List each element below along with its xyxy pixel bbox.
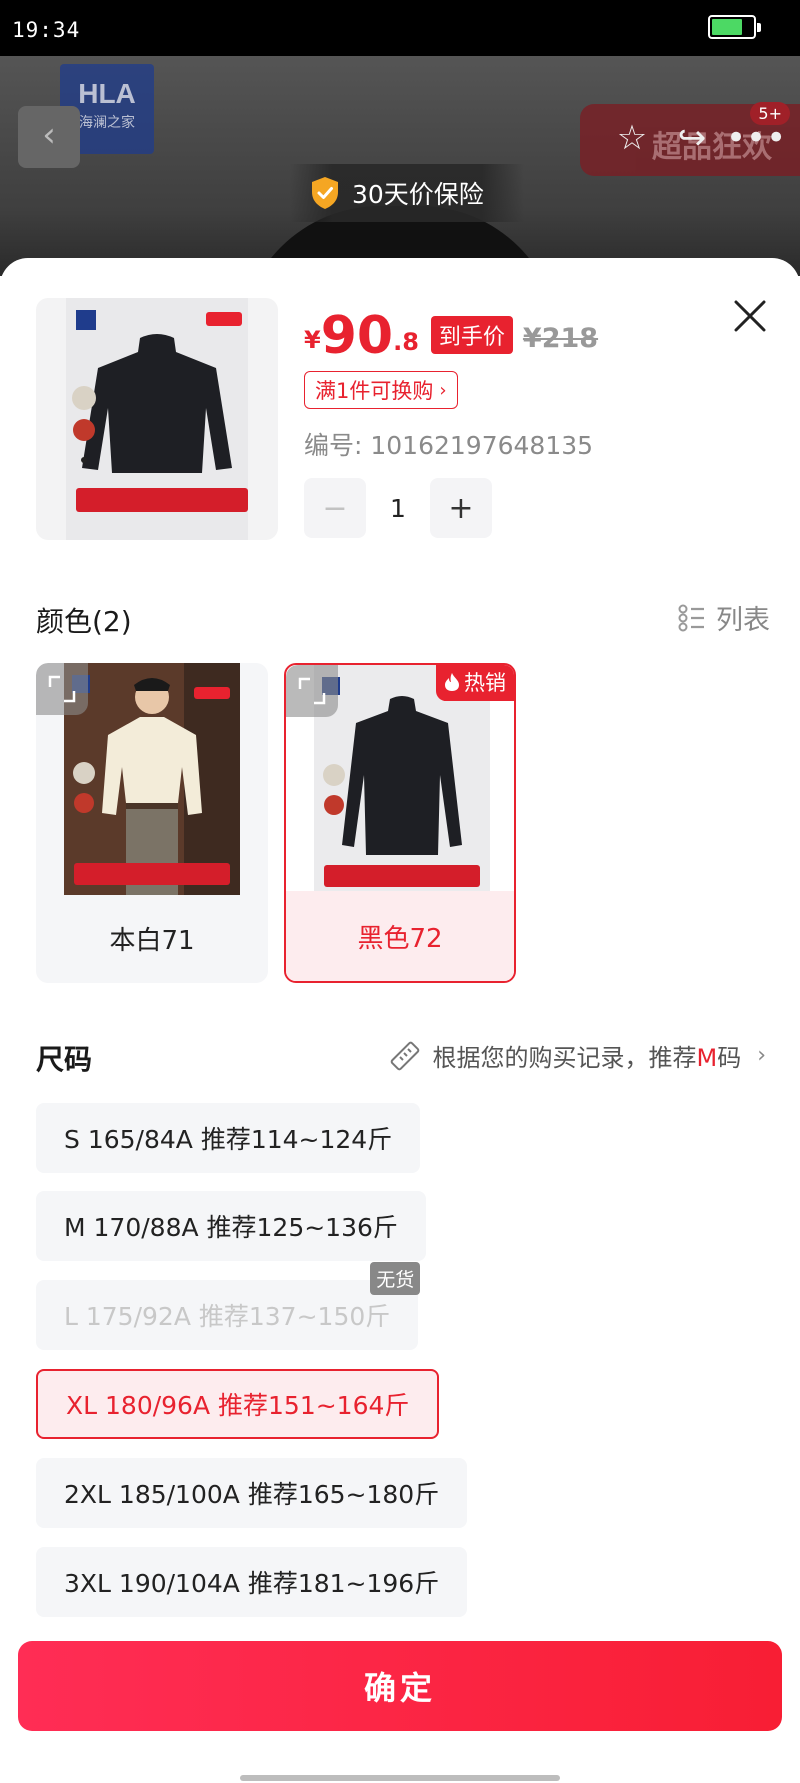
chevron-right-icon: › <box>757 1043 766 1068</box>
expand-icon[interactable] <box>36 663 88 715</box>
price-decimal: .8 <box>393 328 419 356</box>
sku-number: 编号: 10162197648135 <box>304 431 594 460</box>
status-bar: 19:34 <box>0 0 800 56</box>
currency-symbol: ¥ <box>304 326 321 354</box>
background-product-page: HLA 海澜之家 ‹ 超品狂欢 ☆ ↪ ••• 5+ 30天价保险 <box>0 56 800 276</box>
increase-quantity-button[interactable]: + <box>430 478 492 538</box>
cart-badge: 5+ <box>750 102 790 125</box>
hot-sale-badge: 热销 <box>436 665 514 701</box>
size-option-3xl[interactable]: 3XL 190/104A 推荐181~196斤 <box>36 1547 468 1617</box>
shield-icon <box>312 177 338 209</box>
price-integer: 90 <box>320 306 394 366</box>
size-option-s[interactable]: S 165/84A 推荐114~124斤 <box>36 1103 421 1173</box>
battery-icon <box>708 15 761 39</box>
decrease-quantity-button[interactable]: − <box>304 478 366 538</box>
original-price: ¥218 <box>522 323 599 354</box>
sku-selector-sheet: ¥ 90 .8 到手价 ¥218 满1件可换购 › 编号: 1016219764… <box>0 258 800 1783</box>
status-time: 19:34 <box>12 18 81 42</box>
flame-icon <box>445 673 459 691</box>
star-icon[interactable]: ☆ <box>610 116 654 160</box>
color-option-label: 本白71 <box>109 925 195 956</box>
ruler-icon <box>391 1041 420 1070</box>
home-indicator <box>240 1775 560 1781</box>
size-option-m[interactable]: M 170/88A 推荐125~136斤 <box>36 1191 426 1261</box>
list-icon <box>678 604 704 631</box>
expand-icon[interactable] <box>286 665 338 717</box>
out-of-stock-badge: 无货 <box>370 1262 421 1295</box>
exchange-promo-button[interactable]: 满1件可换购 › <box>304 371 458 409</box>
product-thumbnail[interactable] <box>36 298 278 540</box>
color-section-title: 颜色(2) <box>36 605 132 638</box>
back-button[interactable]: ‹ <box>18 106 80 168</box>
price-row: ¥ 90 .8 到手价 ¥218 <box>304 302 598 362</box>
color-option-white[interactable]: 本白71 <box>36 663 268 983</box>
close-icon[interactable] <box>730 296 770 336</box>
color-option-black[interactable]: 热销 黑色72 <box>284 663 516 983</box>
size-recommendation-link[interactable]: 根据您的购买记录，推荐M码 › <box>388 1038 766 1073</box>
quantity-stepper: − 1 + <box>304 478 492 538</box>
price-guarantee-banner: 30天价保险 <box>290 164 524 222</box>
final-price-tag: 到手价 <box>430 316 513 354</box>
list-view-toggle[interactable]: 列表 <box>678 598 770 637</box>
confirm-button[interactable]: 确定 <box>18 1641 782 1731</box>
color-option-label: 黑色72 <box>286 891 514 981</box>
size-section-title: 尺码 <box>36 1043 93 1076</box>
size-option-2xl[interactable]: 2XL 185/100A 推荐165~180斤 <box>36 1458 468 1528</box>
quantity-value[interactable]: 1 <box>366 494 430 523</box>
size-option-xl[interactable]: XL 180/96A 推荐151~164斤 <box>36 1369 440 1439</box>
chevron-right-icon: › <box>439 379 447 401</box>
size-option-l[interactable]: L 175/92A 推荐137~150斤 无货 <box>36 1262 421 1350</box>
share-icon[interactable]: ↪ <box>670 116 714 160</box>
